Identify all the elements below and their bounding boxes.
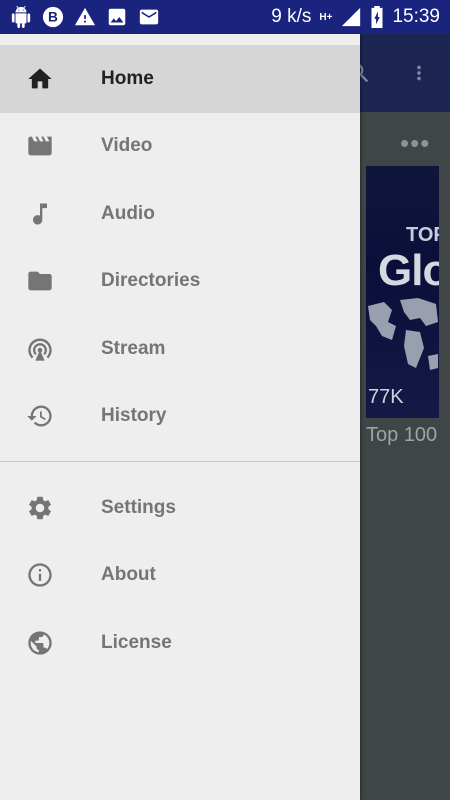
nav-item-about[interactable]: About [0, 542, 360, 610]
network-speed: 9 k/s [271, 6, 312, 27]
battery-charging-icon [370, 6, 384, 28]
nav-item-audio[interactable]: Audio [0, 180, 360, 248]
mail-icon [138, 6, 160, 28]
home-icon [26, 65, 54, 93]
drawer-divider [0, 461, 360, 462]
info-icon [26, 561, 54, 589]
status-left-icons: B [10, 6, 160, 28]
nav-item-home[interactable]: Home [0, 45, 360, 113]
warning-icon [74, 6, 96, 28]
audio-icon [26, 200, 54, 228]
nav-label: Audio [101, 202, 155, 224]
image-icon [106, 6, 128, 28]
nav-label: History [101, 405, 167, 427]
more-horiz-icon: ••• [400, 128, 431, 158]
nav-item-stream[interactable]: Stream [0, 315, 360, 383]
nav-item-video[interactable]: Video [0, 113, 360, 181]
nav-label: Home [101, 67, 154, 89]
navigation-drawer: Home Video Audio Directories Stream Hist… [0, 34, 360, 800]
nav-label: License [101, 631, 172, 653]
android-icon [10, 6, 32, 28]
video-thumbnail: TOP Glo 77K [366, 166, 439, 418]
status-right: 9 k/s H+ 15:39 [271, 6, 440, 28]
settings-icon [26, 494, 54, 522]
b-badge-icon: B [42, 6, 64, 28]
signal-icon [340, 6, 362, 28]
world-map-graphic [366, 296, 439, 386]
nav-item-license[interactable]: License [0, 609, 360, 677]
stream-icon [26, 335, 54, 363]
view-count: 77K [368, 386, 404, 408]
globe-icon [26, 629, 54, 657]
video-caption: Top 100 [366, 424, 438, 446]
thumbnail-title-large: Glo [378, 246, 439, 295]
nav-item-history[interactable]: History [0, 383, 360, 451]
thumbnail-title-small: TOP [406, 224, 439, 246]
nav-label: Video [101, 135, 153, 157]
video-icon [26, 132, 54, 160]
nav-label: Settings [101, 496, 176, 518]
folder-icon [26, 267, 54, 295]
svg-text:B: B [48, 10, 58, 25]
nav-label: About [101, 564, 156, 586]
nav-label: Directories [101, 270, 201, 292]
history-icon [26, 402, 54, 430]
clock: 15:39 [392, 6, 440, 27]
status-bar: B 9 k/s H+ 15:39 [0, 0, 450, 34]
more-vert-icon [408, 58, 430, 88]
network-type: H+ [319, 11, 333, 23]
nav-item-settings[interactable]: Settings [0, 474, 360, 542]
nav-item-directories[interactable]: Directories [0, 248, 360, 316]
nav-label: Stream [101, 337, 166, 359]
